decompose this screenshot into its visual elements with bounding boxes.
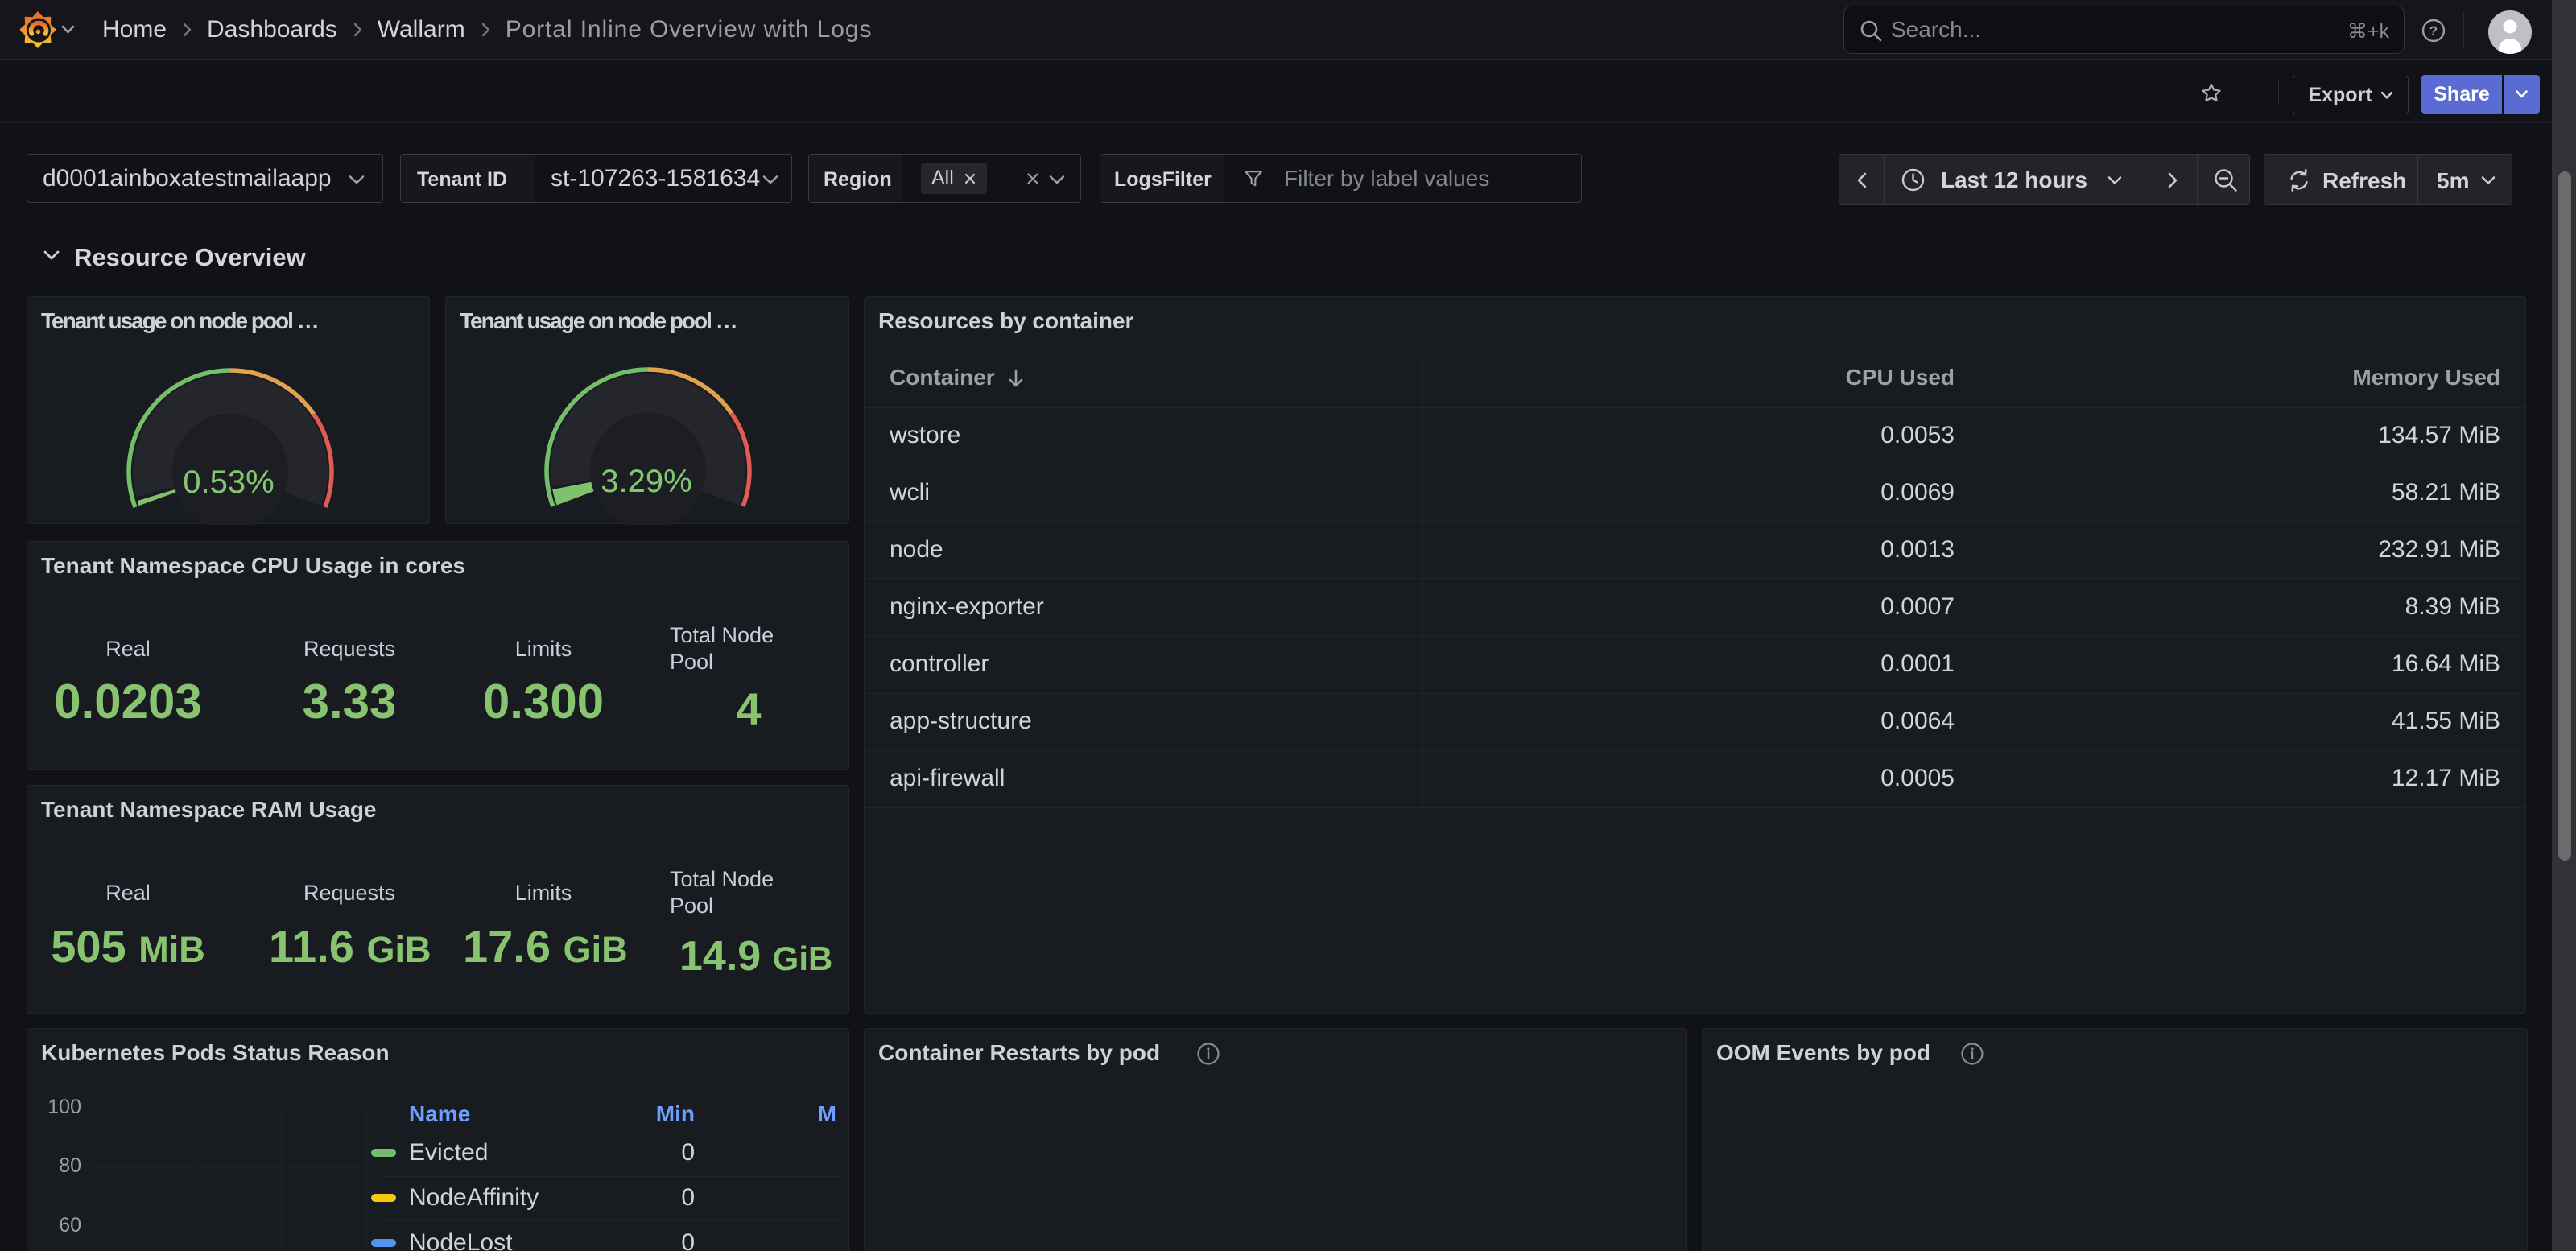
svg-text:3.29%: 3.29% (601, 464, 691, 499)
svg-text:?: ? (2429, 23, 2438, 39)
svg-text:0.53%: 0.53% (183, 464, 274, 500)
